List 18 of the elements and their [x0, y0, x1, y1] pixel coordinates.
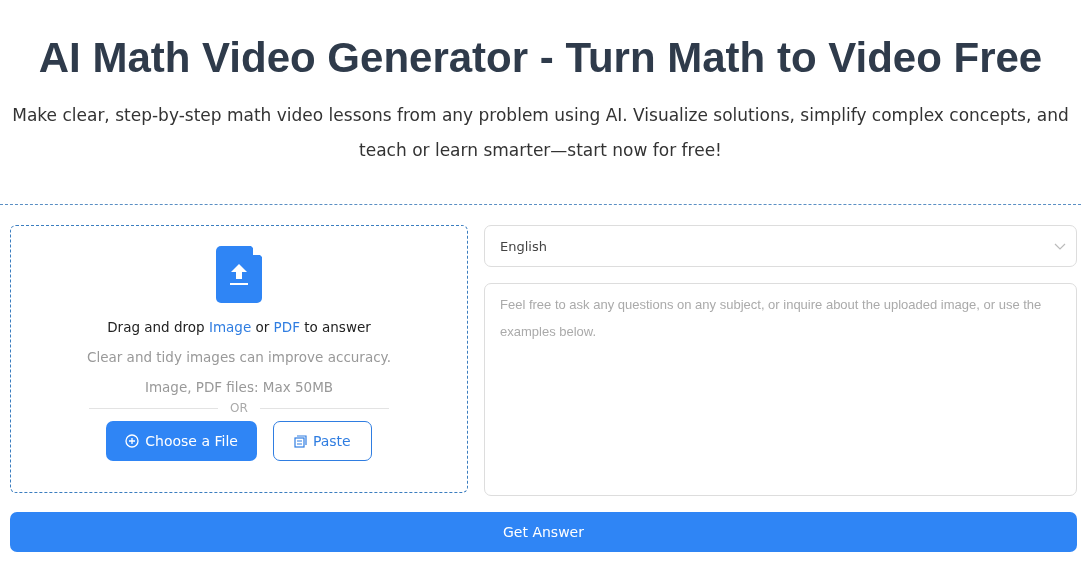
chevron-down-icon [1054, 242, 1066, 250]
get-answer-button[interactable]: Get Answer [10, 512, 1077, 552]
page-subtitle: Make clear, step-by-step math video lessons from any problem using AI. Visualize solutions, simplify complex concepts, and teach or learn smarter—start now for free! [11, 104, 1070, 162]
copy-icon [293, 434, 307, 448]
file-type-link[interactable]: Image [208, 319, 252, 335]
file-upload-icon [216, 246, 262, 303]
choose-file-button[interactable]: Choose a File [106, 421, 257, 461]
paste-button[interactable]: Paste [272, 421, 372, 461]
page-title: AI Math Video Generator - Turn Math to Video Free [37, 34, 1044, 82]
upload-drop-zone[interactable]: Drag and drop Image or PDF to answer Clear and tidy images can improve accuracy. Image, PDF files: Max 50MB OR Choose a File Paste [10, 225, 468, 493]
question-input[interactable]: Feel free to ask any questions on any subject, or inquire about the uploaded image, or use the examples below. [484, 283, 1077, 496]
drop-instruction: Drag and drop Image or PDF to answer [107, 319, 371, 335]
file-type-link[interactable]: PDF [273, 319, 300, 335]
separator-label: OR [230, 401, 248, 415]
plus-circle-icon [125, 434, 140, 448]
language-select[interactable]: English [484, 225, 1077, 267]
file-limit-text: Image, PDF files: Max 50MB [144, 379, 334, 395]
upload-hint: Clear and tidy images can improve accuracy. [87, 349, 391, 365]
